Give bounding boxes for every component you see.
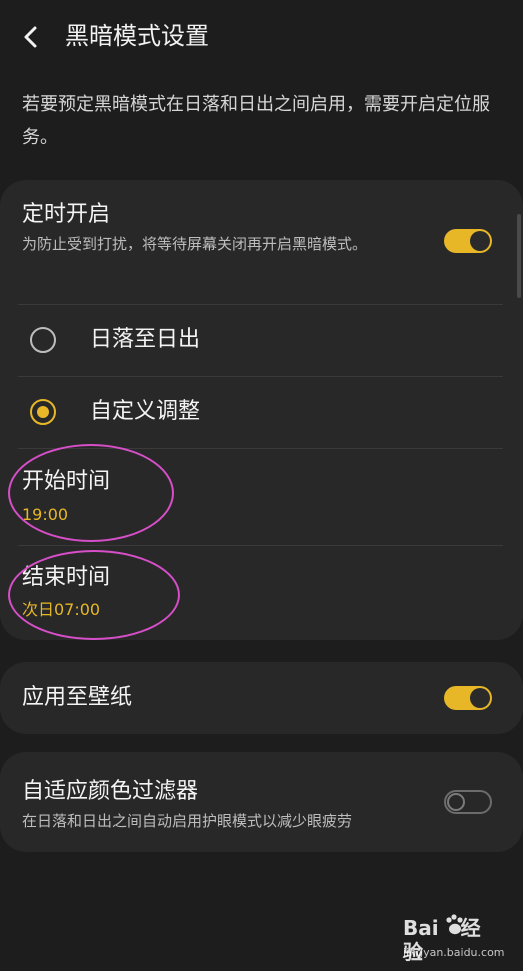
adaptive-filter-card: 自适应颜色过滤器 在日落和日出之间自动启用护眼模式以减少眼疲劳	[0, 752, 523, 852]
wallpaper-label: 应用至壁纸	[22, 685, 133, 710]
adaptive-filter-description: 在日落和日出之间自动启用护眼模式以减少眼疲劳	[22, 812, 353, 830]
intro-text: 若要预定黑暗模式在日落和日出之间启用，需要开启定位服务。	[22, 94, 490, 148]
top-app-bar: 黑暗模式设置	[0, 0, 523, 74]
back-chevron-icon	[24, 26, 37, 48]
wallpaper-row[interactable]: 应用至壁纸	[0, 662, 523, 734]
schedule-toggle-row[interactable]: 定时开启 为防止受到打扰，将等待屏幕关闭再开启黑暗模式。	[0, 180, 523, 304]
watermark-site: jingyan.baidu.com	[403, 946, 505, 959]
baidu-watermark: Bai 经验 jingyan.baidu.com	[403, 912, 505, 964]
wallpaper-toggle[interactable]	[444, 686, 492, 710]
radio-label: 日落至日出	[90, 327, 201, 352]
toggle-knob	[447, 793, 465, 811]
schedule-toggle[interactable]	[444, 229, 492, 253]
radio-option-custom[interactable]: 自定义调整	[0, 377, 523, 447]
page-title: 黑暗模式设置	[65, 22, 209, 50]
radio-option-sunset-to-sunrise[interactable]: 日落至日出	[0, 305, 523, 375]
paw-icon	[446, 914, 463, 935]
annotation-ellipse-end	[8, 550, 180, 640]
wallpaper-card: 应用至壁纸	[0, 662, 523, 734]
adaptive-filter-toggle[interactable]	[444, 790, 492, 814]
back-button[interactable]	[14, 20, 48, 54]
schedule-description: 为防止受到打扰，将等待屏幕关闭再开启黑暗模式。	[22, 235, 368, 253]
radio-label: 自定义调整	[90, 399, 201, 424]
adaptive-filter-title: 自适应颜色过滤器	[22, 779, 199, 804]
radio-button-unchecked[interactable]	[30, 327, 56, 353]
annotation-ellipse-start	[8, 444, 174, 542]
schedule-title: 定时开启	[22, 202, 111, 227]
toggle-knob	[470, 231, 490, 251]
radio-button-checked[interactable]	[30, 399, 56, 425]
adaptive-filter-row[interactable]: 自适应颜色过滤器 在日落和日出之间自动启用护眼模式以减少眼疲劳	[0, 752, 523, 852]
radio-dot	[37, 406, 49, 418]
toggle-knob	[470, 688, 490, 708]
scroll-indicator	[517, 214, 521, 298]
